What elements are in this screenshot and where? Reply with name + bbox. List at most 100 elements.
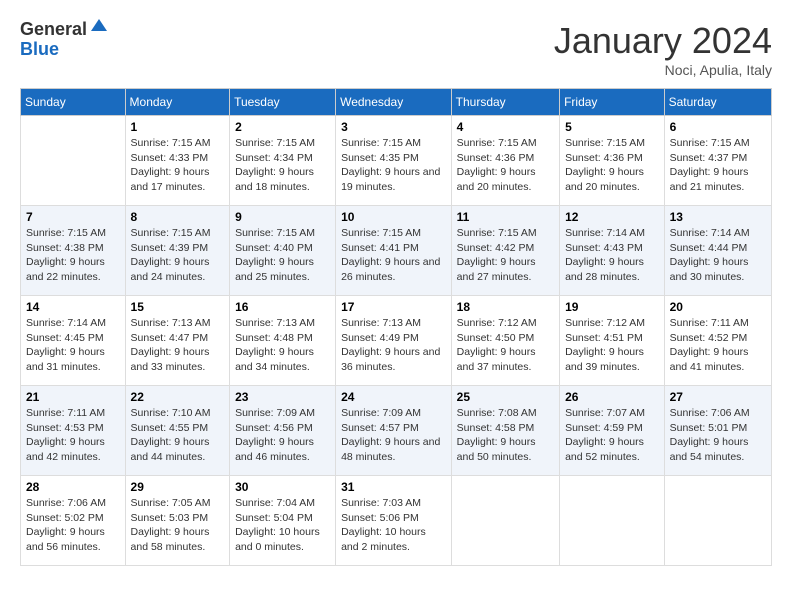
day-number: 13 xyxy=(670,210,766,224)
day-info: Sunrise: 7:15 AMSunset: 4:42 PMDaylight:… xyxy=(457,226,554,285)
day-info: Sunrise: 7:11 AMSunset: 4:53 PMDaylight:… xyxy=(26,406,120,465)
title-block: January 2024 Noci, Apulia, Italy xyxy=(554,20,772,78)
logo-icon xyxy=(89,17,109,37)
cell-w4-d2: 22 Sunrise: 7:10 AMSunset: 4:55 PMDaylig… xyxy=(125,386,230,476)
day-number: 28 xyxy=(26,480,120,494)
day-number: 2 xyxy=(235,120,330,134)
cell-w2-d6: 12 Sunrise: 7:14 AMSunset: 4:43 PMDaylig… xyxy=(560,206,665,296)
day-info: Sunrise: 7:03 AMSunset: 5:06 PMDaylight:… xyxy=(341,496,446,555)
cell-w1-d5: 4 Sunrise: 7:15 AMSunset: 4:36 PMDayligh… xyxy=(451,116,559,206)
cell-w2-d3: 9 Sunrise: 7:15 AMSunset: 4:40 PMDayligh… xyxy=(230,206,336,296)
week-row-1: 1 Sunrise: 7:15 AMSunset: 4:33 PMDayligh… xyxy=(21,116,772,206)
week-row-4: 21 Sunrise: 7:11 AMSunset: 4:53 PMDaylig… xyxy=(21,386,772,476)
day-number: 21 xyxy=(26,390,120,404)
day-number: 23 xyxy=(235,390,330,404)
cell-w3-d1: 14 Sunrise: 7:14 AMSunset: 4:45 PMDaylig… xyxy=(21,296,126,386)
day-number: 9 xyxy=(235,210,330,224)
header-saturday: Saturday xyxy=(664,89,771,116)
cell-w4-d5: 25 Sunrise: 7:08 AMSunset: 4:58 PMDaylig… xyxy=(451,386,559,476)
week-row-3: 14 Sunrise: 7:14 AMSunset: 4:45 PMDaylig… xyxy=(21,296,772,386)
day-info: Sunrise: 7:08 AMSunset: 4:58 PMDaylight:… xyxy=(457,406,554,465)
day-info: Sunrise: 7:04 AMSunset: 5:04 PMDaylight:… xyxy=(235,496,330,555)
day-info: Sunrise: 7:15 AMSunset: 4:40 PMDaylight:… xyxy=(235,226,330,285)
header-thursday: Thursday xyxy=(451,89,559,116)
cell-w5-d5 xyxy=(451,476,559,566)
day-info: Sunrise: 7:15 AMSunset: 4:37 PMDaylight:… xyxy=(670,136,766,195)
page-header: General Blue January 2024 Noci, Apulia, … xyxy=(20,20,772,78)
day-info: Sunrise: 7:15 AMSunset: 4:33 PMDaylight:… xyxy=(131,136,225,195)
day-info: Sunrise: 7:06 AMSunset: 5:01 PMDaylight:… xyxy=(670,406,766,465)
logo-blue: Blue xyxy=(20,40,109,60)
day-number: 22 xyxy=(131,390,225,404)
day-number: 7 xyxy=(26,210,120,224)
day-number: 25 xyxy=(457,390,554,404)
day-info: Sunrise: 7:07 AMSunset: 4:59 PMDaylight:… xyxy=(565,406,659,465)
cell-w3-d4: 17 Sunrise: 7:13 AMSunset: 4:49 PMDaylig… xyxy=(336,296,452,386)
day-number: 19 xyxy=(565,300,659,314)
logo: General Blue xyxy=(20,20,109,60)
day-info: Sunrise: 7:15 AMSunset: 4:38 PMDaylight:… xyxy=(26,226,120,285)
cell-w1-d1 xyxy=(21,116,126,206)
day-info: Sunrise: 7:10 AMSunset: 4:55 PMDaylight:… xyxy=(131,406,225,465)
day-info: Sunrise: 7:12 AMSunset: 4:50 PMDaylight:… xyxy=(457,316,554,375)
day-number: 18 xyxy=(457,300,554,314)
day-number: 8 xyxy=(131,210,225,224)
cell-w1-d6: 5 Sunrise: 7:15 AMSunset: 4:36 PMDayligh… xyxy=(560,116,665,206)
day-number: 17 xyxy=(341,300,446,314)
day-number: 14 xyxy=(26,300,120,314)
cell-w2-d1: 7 Sunrise: 7:15 AMSunset: 4:38 PMDayligh… xyxy=(21,206,126,296)
day-info: Sunrise: 7:05 AMSunset: 5:03 PMDaylight:… xyxy=(131,496,225,555)
cell-w3-d5: 18 Sunrise: 7:12 AMSunset: 4:50 PMDaylig… xyxy=(451,296,559,386)
day-number: 3 xyxy=(341,120,446,134)
cell-w3-d3: 16 Sunrise: 7:13 AMSunset: 4:48 PMDaylig… xyxy=(230,296,336,386)
day-number: 15 xyxy=(131,300,225,314)
day-number: 31 xyxy=(341,480,446,494)
cell-w5-d1: 28 Sunrise: 7:06 AMSunset: 5:02 PMDaylig… xyxy=(21,476,126,566)
cell-w5-d4: 31 Sunrise: 7:03 AMSunset: 5:06 PMDaylig… xyxy=(336,476,452,566)
day-number: 29 xyxy=(131,480,225,494)
cell-w2-d7: 13 Sunrise: 7:14 AMSunset: 4:44 PMDaylig… xyxy=(664,206,771,296)
day-info: Sunrise: 7:15 AMSunset: 4:36 PMDaylight:… xyxy=(457,136,554,195)
day-info: Sunrise: 7:14 AMSunset: 4:45 PMDaylight:… xyxy=(26,316,120,375)
day-number: 12 xyxy=(565,210,659,224)
header-monday: Monday xyxy=(125,89,230,116)
day-info: Sunrise: 7:13 AMSunset: 4:49 PMDaylight:… xyxy=(341,316,446,375)
cell-w2-d4: 10 Sunrise: 7:15 AMSunset: 4:41 PMDaylig… xyxy=(336,206,452,296)
day-number: 6 xyxy=(670,120,766,134)
cell-w5-d6 xyxy=(560,476,665,566)
logo-general: General xyxy=(20,20,87,40)
cell-w3-d6: 19 Sunrise: 7:12 AMSunset: 4:51 PMDaylig… xyxy=(560,296,665,386)
cell-w4-d4: 24 Sunrise: 7:09 AMSunset: 4:57 PMDaylig… xyxy=(336,386,452,476)
cell-w4-d7: 27 Sunrise: 7:06 AMSunset: 5:01 PMDaylig… xyxy=(664,386,771,476)
day-number: 24 xyxy=(341,390,446,404)
header-row: Sunday Monday Tuesday Wednesday Thursday… xyxy=(21,89,772,116)
day-number: 4 xyxy=(457,120,554,134)
cell-w4-d3: 23 Sunrise: 7:09 AMSunset: 4:56 PMDaylig… xyxy=(230,386,336,476)
cell-w4-d6: 26 Sunrise: 7:07 AMSunset: 4:59 PMDaylig… xyxy=(560,386,665,476)
cell-w1-d3: 2 Sunrise: 7:15 AMSunset: 4:34 PMDayligh… xyxy=(230,116,336,206)
day-info: Sunrise: 7:14 AMSunset: 4:43 PMDaylight:… xyxy=(565,226,659,285)
day-info: Sunrise: 7:09 AMSunset: 4:56 PMDaylight:… xyxy=(235,406,330,465)
header-tuesday: Tuesday xyxy=(230,89,336,116)
header-friday: Friday xyxy=(560,89,665,116)
day-info: Sunrise: 7:15 AMSunset: 4:35 PMDaylight:… xyxy=(341,136,446,195)
calendar-table: Sunday Monday Tuesday Wednesday Thursday… xyxy=(20,88,772,566)
cell-w1-d7: 6 Sunrise: 7:15 AMSunset: 4:37 PMDayligh… xyxy=(664,116,771,206)
cell-w5-d2: 29 Sunrise: 7:05 AMSunset: 5:03 PMDaylig… xyxy=(125,476,230,566)
cell-w5-d7 xyxy=(664,476,771,566)
day-number: 5 xyxy=(565,120,659,134)
cell-w4-d1: 21 Sunrise: 7:11 AMSunset: 4:53 PMDaylig… xyxy=(21,386,126,476)
day-number: 1 xyxy=(131,120,225,134)
cell-w3-d7: 20 Sunrise: 7:11 AMSunset: 4:52 PMDaylig… xyxy=(664,296,771,386)
month-title: January 2024 xyxy=(554,20,772,62)
header-sunday: Sunday xyxy=(21,89,126,116)
cell-w1-d2: 1 Sunrise: 7:15 AMSunset: 4:33 PMDayligh… xyxy=(125,116,230,206)
day-number: 26 xyxy=(565,390,659,404)
day-info: Sunrise: 7:11 AMSunset: 4:52 PMDaylight:… xyxy=(670,316,766,375)
cell-w2-d2: 8 Sunrise: 7:15 AMSunset: 4:39 PMDayligh… xyxy=(125,206,230,296)
week-row-5: 28 Sunrise: 7:06 AMSunset: 5:02 PMDaylig… xyxy=(21,476,772,566)
day-info: Sunrise: 7:13 AMSunset: 4:47 PMDaylight:… xyxy=(131,316,225,375)
day-info: Sunrise: 7:15 AMSunset: 4:34 PMDaylight:… xyxy=(235,136,330,195)
week-row-2: 7 Sunrise: 7:15 AMSunset: 4:38 PMDayligh… xyxy=(21,206,772,296)
cell-w5-d3: 30 Sunrise: 7:04 AMSunset: 5:04 PMDaylig… xyxy=(230,476,336,566)
